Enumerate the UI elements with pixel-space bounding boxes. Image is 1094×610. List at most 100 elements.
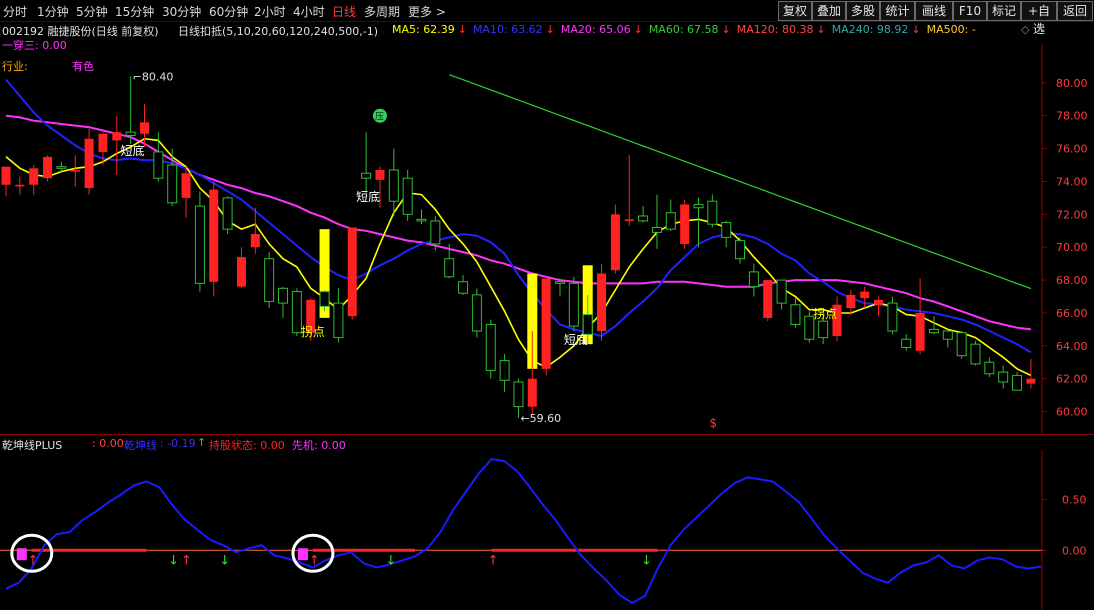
toolbar-button-3[interactable]: 统计 [880, 1, 915, 21]
toolbar-button-4[interactable]: 画线 [915, 1, 953, 21]
candle-body-down [430, 220, 441, 245]
candle-body-up [347, 227, 357, 317]
candle-body-down [776, 279, 787, 304]
period-tab-2[interactable]: 5分钟 [76, 3, 108, 20]
ma-legend: MA5: 62.39 ↓ MA10: 63.62 ↓ MA20: 65.06 ↓ MA60:… [392, 23, 979, 36]
sub-indicator-value: : 0.00 [92, 437, 124, 450]
candle-body-down [942, 330, 953, 340]
candle-body-up [375, 169, 385, 180]
candle-body-down [901, 338, 912, 348]
candle-body-up [680, 204, 690, 244]
price-tick-label: 70.00 [1056, 241, 1088, 254]
qk-line-value: : -0.19 [160, 437, 196, 450]
toolbar-button-8[interactable]: 返回 [1057, 1, 1093, 21]
collapse-diamond-icon[interactable]: ◇ [1021, 23, 1029, 36]
toolbar-button-7[interactable]: +自选 [1021, 1, 1057, 36]
period-tab-3[interactable]: 15分钟 [115, 3, 154, 20]
opportunity-marker [16, 548, 27, 561]
candle-body-up [874, 299, 884, 305]
signal-label: 拐点 [301, 324, 325, 339]
toolbar-button-0[interactable]: 复权 [778, 1, 812, 21]
ma-legend-item-1: MA10: 63.62 [472, 23, 543, 36]
candle-body-up [1, 166, 11, 185]
period-tab-0[interactable]: 分时 [3, 3, 27, 20]
price-tick-label: 62.00 [1056, 373, 1088, 386]
candle-body-down [956, 332, 967, 357]
period-tab-6[interactable]: 2小时 [254, 3, 286, 20]
candle-body-up [527, 378, 537, 407]
candle-body-up [236, 257, 246, 287]
pressure-marker-label: 压 [375, 112, 384, 123]
candle-body-up [250, 234, 260, 248]
candle-body-up [15, 184, 25, 187]
candle-body-down [416, 218, 427, 222]
period-tab-8[interactable]: 日线 [332, 3, 356, 20]
candle-body-down [513, 381, 524, 408]
opportunity-marker [297, 548, 308, 561]
price-tick-label: 68.00 [1056, 274, 1088, 287]
candle-body-down [887, 302, 898, 332]
candle-body-down [582, 314, 593, 335]
period-tab-1[interactable]: 1分钟 [37, 3, 69, 20]
period-tab-10[interactable]: 更多 > [408, 3, 446, 20]
candle-body-down [818, 320, 829, 339]
toolbar-button-5[interactable]: F10 [953, 1, 987, 21]
buy-arrow-icon: ↑ [309, 553, 320, 568]
candle-body-down [1012, 374, 1023, 391]
candle-body-down [693, 203, 704, 209]
ma-legend-item-5: MA240: 98.92 [831, 23, 909, 36]
candle-body-up [597, 273, 607, 332]
candle-body-down [361, 172, 372, 179]
ma-down-arrow-icon: ↓ [721, 23, 731, 36]
price-tick-label: 60.00 [1056, 406, 1088, 419]
hold-state-segment [31, 548, 147, 552]
ma-legend-item-6: MA500: - [926, 23, 976, 36]
candle-body-up [140, 122, 149, 134]
candle-body-down [638, 215, 649, 222]
period-tab-5[interactable]: 60分钟 [209, 3, 248, 20]
toolbar-button-6[interactable]: 标记 [987, 1, 1021, 21]
candle-body-down [222, 197, 233, 230]
toolbar-button-1[interactable]: 叠加 [812, 1, 846, 21]
candle-body-down [665, 212, 676, 230]
toolbar-button-2[interactable]: 多股 [846, 1, 880, 21]
candle-body-down [984, 361, 995, 375]
signal-label: 短底 [564, 332, 588, 347]
candle-body-down [555, 281, 565, 284]
candle-body-down [721, 222, 732, 238]
high-price-mark: ⌐80.40 [133, 70, 174, 83]
candle-body-down [402, 177, 413, 215]
sell-arrow-icon: ↓ [385, 553, 396, 568]
price-tick-label: 78.00 [1056, 110, 1088, 123]
period-tab-4[interactable]: 30分钟 [162, 3, 201, 20]
candle-body-up [98, 133, 108, 152]
close-icon[interactable]: ✕ [1036, 22, 1046, 36]
candle-body-up [610, 214, 620, 271]
qiankun-line-chart[interactable]: 0.500.00↓ ↓ ↓ ↓↑ ↑ ↑ ↑ [0, 450, 1094, 610]
candle-body-down [444, 258, 455, 278]
period-tab-9[interactable]: 多周期 [364, 3, 400, 20]
candle-body-down [278, 287, 288, 304]
candle-body-up [846, 294, 856, 309]
candle-body-down [458, 281, 469, 294]
ma-legend-item-3: MA60: 67.58 [648, 23, 719, 36]
candle-body-down [748, 271, 759, 288]
candle-body-down [651, 226, 662, 233]
period-tab-7[interactable]: 4小时 [293, 3, 325, 20]
signal-label: 短底 [121, 143, 145, 158]
candlestick-chart[interactable]: 80.00 78.00 76.00 74.00 72.00 70.00 68.00 66.00… [0, 44, 1094, 434]
candle-body-down [333, 302, 344, 339]
ma10-line [5, 78, 1032, 354]
sub-tick-label: 0.50 [1062, 494, 1087, 507]
ma-legend-item-2: MA20: 65.06 [560, 23, 631, 36]
candle-body-down [928, 328, 939, 334]
candle-body-up [624, 219, 634, 221]
candle-body-down [707, 200, 718, 225]
hold-state-segment [491, 548, 658, 552]
candle-body-up [29, 168, 39, 185]
candle-body-down [264, 258, 275, 302]
signal-label: 拐点 [813, 306, 837, 321]
dividend-mark-icon: $ [709, 416, 717, 430]
price-tick-label: 74.00 [1056, 175, 1088, 188]
hold-state-segment [312, 548, 415, 552]
